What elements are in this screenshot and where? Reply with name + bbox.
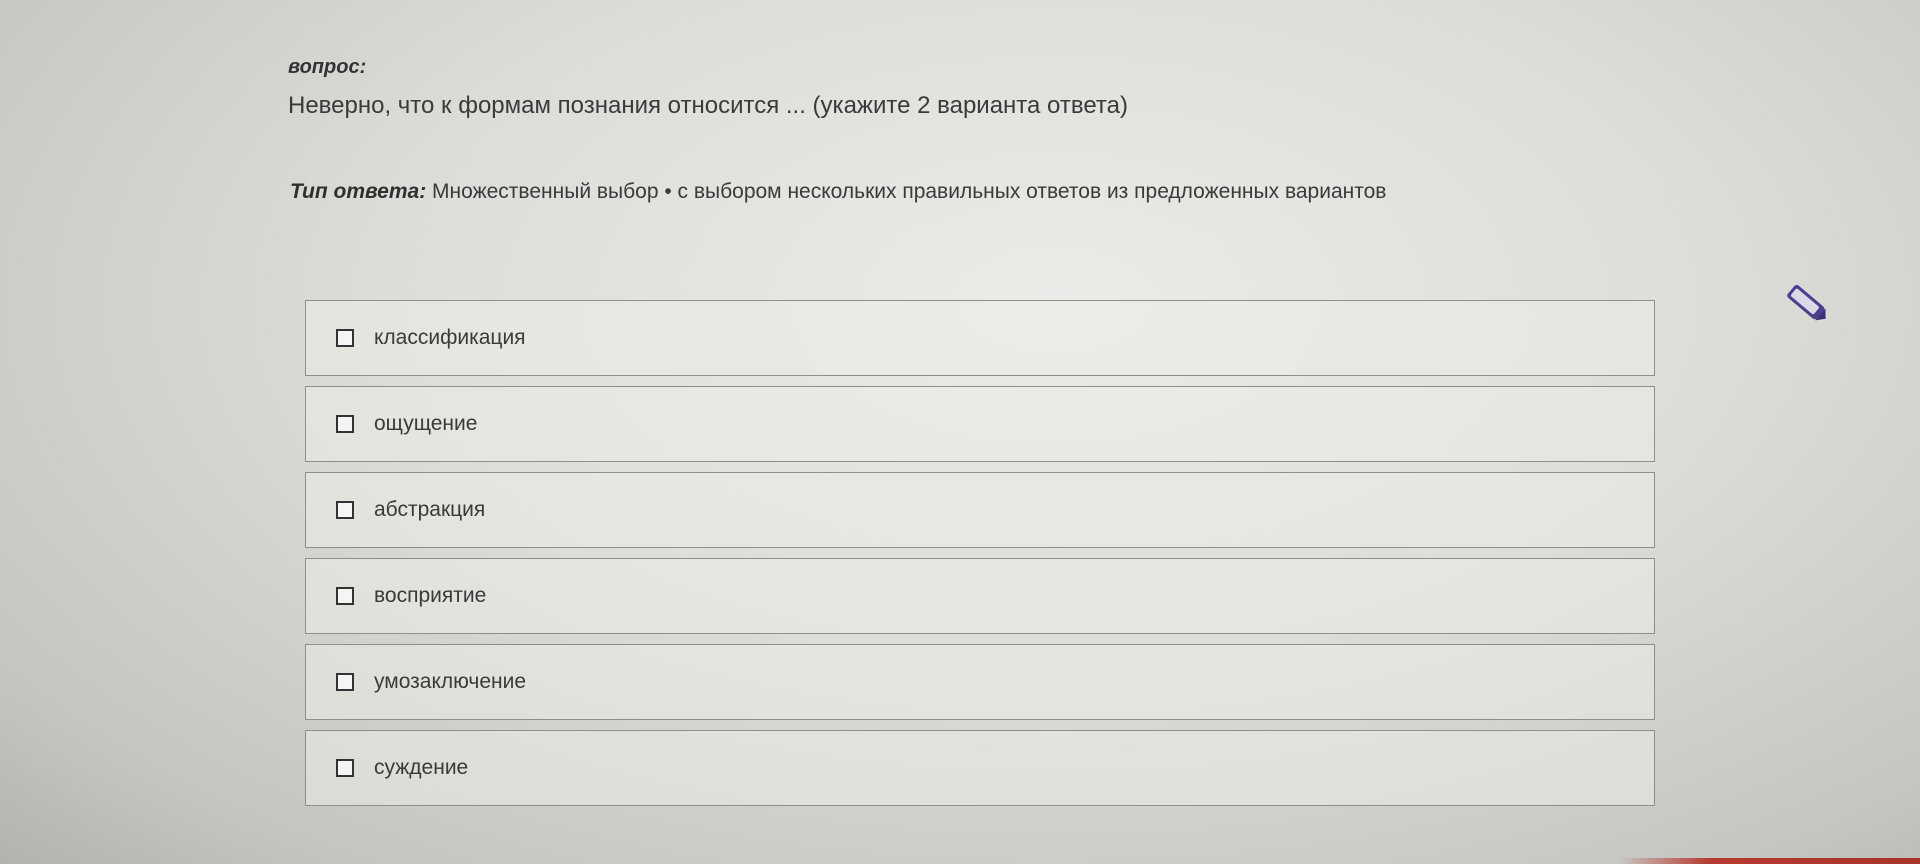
option-oshchushchenie[interactable]: ощущение [305,386,1655,462]
option-label: классификация [374,326,526,349]
option-label: суждение [374,756,469,779]
option-vospriyatie[interactable]: восприятие [305,558,1655,634]
option-label: абстракция [374,498,486,521]
option-abstraktsiya[interactable]: абстракция [305,472,1655,548]
option-label: ощущение [374,412,478,435]
option-label: восприятие [374,584,487,607]
submit-button-edge[interactable] [1620,858,1920,864]
option-klassifikatsiya[interactable]: классификация [305,300,1655,376]
answer-type-label: Тип ответа: [290,180,427,203]
answer-options: классификация ощущение абстракция воспри… [305,300,1655,816]
checkbox[interactable] [336,673,354,691]
option-umozaklyuchenie[interactable]: умозаключение [305,644,1655,720]
checkbox[interactable] [336,415,354,433]
question-text: Неверно, что к формам познания относится… [288,92,1128,119]
answer-type-value: Множественный выбор • с выбором нескольк… [432,180,1387,203]
checkbox[interactable] [336,587,354,605]
option-suzhdenie[interactable]: суждение [305,730,1655,806]
checkbox[interactable] [336,329,354,347]
answer-type: Тип ответа: Множественный выбор • с выбо… [290,180,1386,204]
checkbox[interactable] [336,501,354,519]
option-label: умозаключение [374,670,527,693]
question-label: вопрос: [288,56,367,78]
quiz-page: вопрос: Неверно, что к формам познания о… [0,0,1920,864]
pencil-icon[interactable] [1783,280,1834,328]
checkbox[interactable] [336,759,354,777]
